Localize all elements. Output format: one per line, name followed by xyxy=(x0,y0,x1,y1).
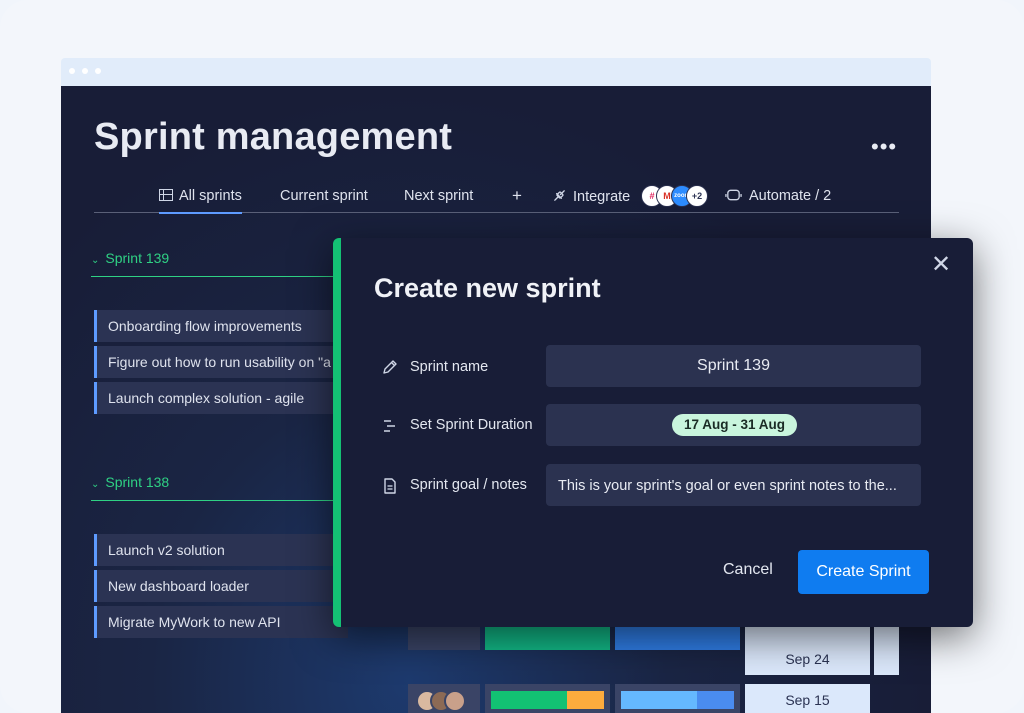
sprint-goal-label: Sprint goal / notes xyxy=(410,477,527,493)
group-header-sprint-138[interactable]: ⌄ Sprint 138 xyxy=(91,474,169,490)
browser-bar xyxy=(61,58,931,86)
tab-current-sprint[interactable]: Current sprint xyxy=(280,188,368,204)
automate-button[interactable]: Automate / 2 xyxy=(725,188,831,204)
avatar xyxy=(444,690,466,712)
create-sprint-dialog: ✕ Create new sprint Sprint name Sprint 1… xyxy=(333,238,973,627)
progress-done-bar xyxy=(491,691,567,709)
sprint-duration-label: Set Sprint Duration xyxy=(410,417,533,433)
group-divider xyxy=(91,276,341,277)
chevron-down-icon: ⌄ xyxy=(91,255,100,266)
tab-label: Automate / 2 xyxy=(749,188,832,204)
add-view-button[interactable]: + xyxy=(512,186,522,206)
cancel-button[interactable]: Cancel xyxy=(723,561,773,579)
page-title: Sprint management xyxy=(94,116,453,158)
sprint-duration-field[interactable]: 17 Aug - 31 Aug xyxy=(546,404,921,446)
progress-working-bar xyxy=(567,691,604,709)
sprint-goal-value: This is your sprint's goal or even sprin… xyxy=(558,478,897,494)
timeline-icon xyxy=(384,420,395,432)
window-dot xyxy=(69,68,75,74)
list-item[interactable]: Launch complex solution - agile xyxy=(94,382,348,414)
document-icon xyxy=(384,478,396,494)
group-header-sprint-139[interactable]: ⌄ Sprint 139 xyxy=(91,250,169,266)
tab-next-sprint[interactable]: Next sprint xyxy=(404,188,473,204)
sprint-goal-input[interactable]: This is your sprint's goal or even sprin… xyxy=(546,464,921,506)
pencil-icon xyxy=(383,360,397,374)
more-horizontal-icon[interactable]: ••• xyxy=(871,134,897,160)
extra-cell xyxy=(874,643,899,675)
chevron-down-icon: ⌄ xyxy=(91,479,100,490)
close-icon[interactable]: ✕ xyxy=(931,250,951,279)
robot-icon xyxy=(725,189,742,201)
view-tabs: All sprints Current sprint Next sprint +… xyxy=(94,182,899,214)
window-dot xyxy=(82,68,88,74)
sprint-name-value: Sprint 139 xyxy=(697,357,770,374)
dialog-title: Create new sprint xyxy=(374,273,601,303)
list-item[interactable]: Migrate MyWork to new API xyxy=(94,606,348,638)
sprint-name-label: Sprint name xyxy=(410,359,489,375)
date-cell[interactable]: Sep 15 xyxy=(745,684,870,713)
list-item[interactable]: Launch v2 solution xyxy=(94,534,348,566)
tab-label: Integrate xyxy=(573,189,631,205)
group-divider xyxy=(91,500,341,501)
sprint-name-input[interactable]: Sprint 139 xyxy=(546,345,921,387)
more-integrations-badge: +2 xyxy=(686,185,708,207)
timeline-bar xyxy=(621,691,697,709)
create-sprint-button[interactable]: Create Sprint xyxy=(798,550,929,594)
timeline-bar-end xyxy=(697,691,734,709)
group-title: Sprint 139 xyxy=(105,250,170,266)
tab-label: All sprints xyxy=(179,188,242,204)
list-item[interactable]: Onboarding flow improvements xyxy=(94,310,348,342)
owner-cell[interactable] xyxy=(408,684,480,713)
progress-cell[interactable] xyxy=(485,684,610,713)
table-icon xyxy=(159,189,173,201)
timeline-cell[interactable] xyxy=(615,684,740,713)
tab-all-sprints[interactable]: All sprints xyxy=(159,188,242,214)
date-cell[interactable]: Sep 24 xyxy=(745,643,870,675)
list-item[interactable]: Figure out how to run usability on "a xyxy=(94,346,348,378)
window-dot xyxy=(95,68,101,74)
date-range-pill[interactable]: 17 Aug - 31 Aug xyxy=(672,414,798,436)
group-title: Sprint 138 xyxy=(105,474,170,490)
integrate-icon xyxy=(554,190,565,201)
integrate-button[interactable]: Integrate xyxy=(552,188,630,205)
list-item[interactable]: New dashboard loader xyxy=(94,570,348,602)
